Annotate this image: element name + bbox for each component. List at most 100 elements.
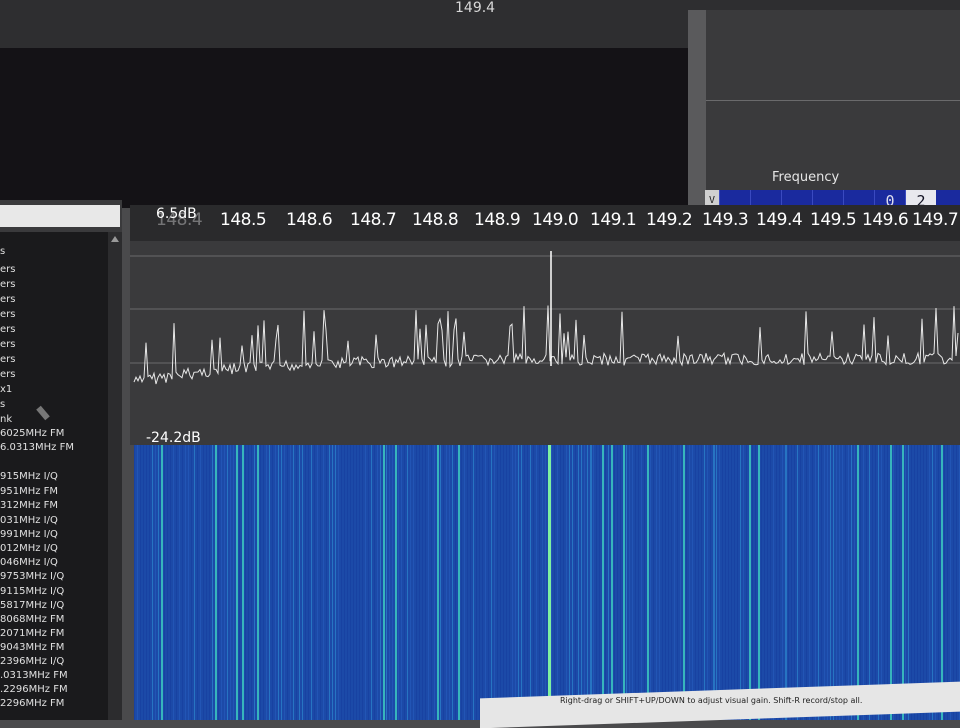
waterfall-streak bbox=[419, 445, 420, 720]
list-item[interactable]: 915MHz I/Q bbox=[0, 471, 58, 482]
waterfall-streak bbox=[221, 445, 222, 720]
waterfall-streak bbox=[512, 445, 513, 720]
waterfall-streak bbox=[272, 445, 273, 720]
list-item[interactable]: ers bbox=[0, 279, 15, 290]
waterfall-streak bbox=[614, 445, 615, 720]
waterfall-streak bbox=[932, 445, 933, 720]
waterfall-streak bbox=[665, 445, 666, 720]
waterfall-streak bbox=[662, 445, 663, 720]
list-item[interactable]: 6.0313MHz FM bbox=[0, 442, 74, 453]
list-item[interactable]: .0313MHz FM bbox=[0, 670, 68, 681]
list-item[interactable]: 9753MHz I/Q bbox=[0, 571, 64, 582]
spectrum-trace bbox=[133, 305, 959, 385]
waterfall-streak bbox=[251, 445, 252, 720]
list-item[interactable]: 2396MHz I/Q bbox=[0, 656, 64, 667]
list-item[interactable]: .2296MHz FM bbox=[0, 684, 68, 695]
waterfall-streak bbox=[698, 445, 699, 720]
waterfall-streak bbox=[551, 445, 552, 720]
list-item[interactable]: 9043MHz FM bbox=[0, 642, 64, 653]
list-item[interactable]: ers bbox=[0, 369, 15, 380]
waterfall-streak bbox=[407, 445, 408, 720]
waterfall-streak bbox=[383, 445, 385, 720]
waterfall-streak bbox=[428, 445, 429, 720]
waterfall-streak bbox=[611, 445, 613, 720]
waterfall-streak bbox=[692, 445, 693, 720]
waterfall-streak bbox=[257, 445, 259, 720]
waterfall-streak bbox=[518, 445, 519, 720]
waterfall-streak bbox=[443, 445, 444, 720]
list-item[interactable]: 031MHz I/Q bbox=[0, 515, 58, 526]
waterfall-streak bbox=[686, 445, 687, 720]
sidebar-list[interactable]: s ers ers ers ers ers ers ers ers x1 s nk 6025MHz FM… bbox=[0, 232, 108, 720]
waterfall-streak bbox=[860, 445, 861, 720]
panel-divider[interactable] bbox=[688, 10, 706, 210]
waterfall-streak bbox=[395, 445, 397, 720]
list-item[interactable]: ers bbox=[0, 339, 15, 350]
list-item[interactable]: 9115MHz I/Q bbox=[0, 586, 64, 597]
list-item[interactable]: ers bbox=[0, 264, 15, 275]
list-item[interactable]: 046MHz I/Q bbox=[0, 557, 58, 568]
list-item[interactable]: ers bbox=[0, 324, 15, 335]
waterfall-streak bbox=[233, 445, 234, 720]
list-item[interactable]: ers bbox=[0, 354, 15, 365]
list-item[interactable]: 312MHz FM bbox=[0, 500, 58, 511]
list-item[interactable]: 951MHz FM bbox=[0, 486, 58, 497]
list-item[interactable]: ers bbox=[0, 294, 15, 305]
waterfall-streak bbox=[731, 445, 732, 720]
frequency-tick-label: 149.6 bbox=[862, 210, 909, 230]
list-item[interactable]: nk bbox=[0, 414, 12, 425]
list-item[interactable]: 012MHz I/Q bbox=[0, 543, 58, 554]
waterfall-streak bbox=[398, 445, 399, 720]
waterfall-streak bbox=[605, 445, 606, 720]
waterfall-streak bbox=[152, 445, 153, 720]
waterfall-streak bbox=[734, 445, 735, 720]
waterfall-streak bbox=[215, 445, 217, 720]
waterfall-streak bbox=[857, 445, 859, 720]
scroll-up-icon[interactable] bbox=[111, 236, 119, 242]
waterfall-streak bbox=[248, 445, 249, 720]
waterfall-streak bbox=[386, 445, 387, 720]
waterfall-streak bbox=[590, 445, 592, 720]
waterfall-streak bbox=[200, 445, 201, 720]
waterfall-streak bbox=[545, 445, 546, 720]
waterfall-streak bbox=[884, 445, 885, 720]
list-item[interactable]: 991MHz I/Q bbox=[0, 529, 58, 540]
list-item[interactable]: s bbox=[0, 246, 5, 257]
sidebar-search-field[interactable] bbox=[0, 205, 120, 227]
spectrum-trace-area[interactable] bbox=[130, 241, 960, 441]
waterfall-streak bbox=[827, 445, 828, 720]
waterfall-streak bbox=[767, 445, 768, 720]
waterfall-streak bbox=[761, 445, 762, 720]
waterfall-streak bbox=[632, 445, 633, 720]
waterfall-streak bbox=[641, 445, 642, 720]
waterfall-streak bbox=[431, 445, 432, 720]
waterfall-streak bbox=[635, 445, 636, 720]
waterfall-streak bbox=[377, 445, 378, 720]
waterfall-streak bbox=[194, 445, 195, 720]
waterfall-streak bbox=[911, 445, 912, 720]
list-item[interactable]: 6025MHz FM bbox=[0, 428, 64, 439]
waterfall-streak bbox=[707, 445, 708, 720]
list-item[interactable]: 5817MHz I/Q bbox=[0, 600, 64, 611]
waterfall-streak bbox=[446, 445, 447, 720]
waterfall-streak bbox=[722, 445, 723, 720]
waterfall-streak bbox=[422, 445, 423, 720]
waterfall-streak bbox=[926, 445, 927, 720]
list-item[interactable]: 2296MHz FM bbox=[0, 698, 64, 709]
waterfall-streak bbox=[701, 445, 702, 720]
sidebar-scrollbar[interactable] bbox=[108, 232, 122, 720]
waterfall-streak bbox=[359, 445, 360, 720]
list-item[interactable]: 2071MHz FM bbox=[0, 628, 64, 639]
frequency-tick-label: 148.4 bbox=[156, 210, 203, 230]
waterfall-streak bbox=[578, 445, 579, 720]
waterfall-streak bbox=[188, 445, 189, 720]
waterfall-streak bbox=[278, 445, 279, 720]
waterfall-streak bbox=[740, 445, 741, 720]
waterfall-streak bbox=[170, 445, 171, 720]
list-item[interactable]: ers bbox=[0, 309, 15, 320]
waterfall-streak bbox=[275, 445, 276, 720]
list-item[interactable]: s bbox=[0, 399, 5, 410]
list-item[interactable]: 8068MHz FM bbox=[0, 614, 64, 625]
list-item[interactable]: x1 bbox=[0, 384, 12, 395]
waterfall-streak bbox=[599, 445, 600, 720]
